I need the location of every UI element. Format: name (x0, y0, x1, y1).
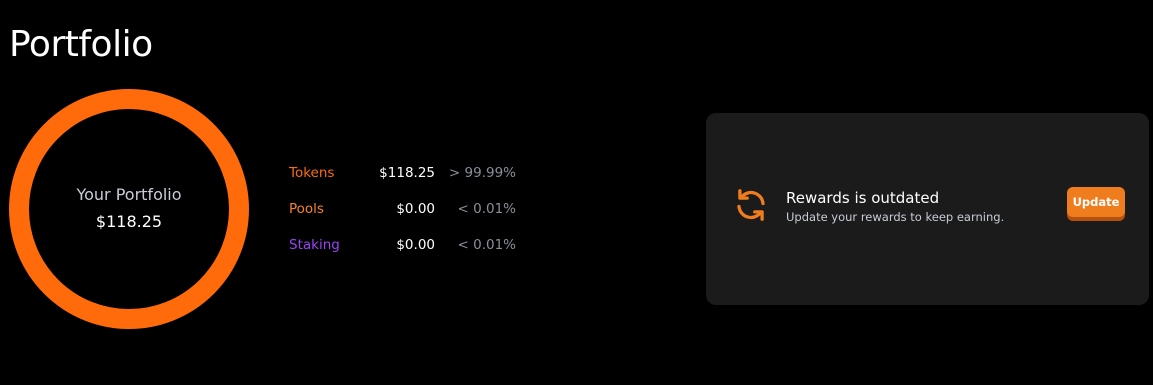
refresh-icon (733, 187, 769, 223)
breakdown-percent: < 0.01% (457, 237, 517, 253)
page-title: Portfolio (9, 24, 153, 65)
breakdown-percent: > 99.99% (448, 165, 516, 181)
portfolio-donut-chart: Your Portfolio $118.25 (9, 89, 249, 329)
portfolio-total: $118.25 (95, 212, 163, 231)
breakdown-name: Staking (289, 237, 340, 253)
update-button[interactable]: Update (1067, 187, 1125, 217)
breakdown-amount: $0.00 (396, 237, 435, 253)
portfolio-breakdown: Tokens $118.25 > 99.99% Pools $0.00 < 0.… (289, 160, 529, 268)
breakdown-row-pools: Pools $0.00 < 0.01% (289, 196, 529, 232)
breakdown-amount: $0.00 (396, 201, 435, 217)
breakdown-percent: < 0.01% (457, 201, 517, 217)
rewards-title: Rewards is outdated (786, 189, 940, 207)
breakdown-row-staking: Staking $0.00 < 0.01% (289, 232, 529, 268)
rewards-subtitle: Update your rewards to keep earning. (786, 210, 1005, 224)
breakdown-name: Tokens (289, 165, 335, 181)
rewards-card: Rewards is outdated Update your rewards … (706, 113, 1149, 305)
breakdown-amount: $118.25 (379, 165, 435, 181)
portfolio-label: Your Portfolio (76, 185, 182, 204)
donut-center: Your Portfolio $118.25 (9, 89, 249, 329)
breakdown-name: Pools (289, 201, 324, 217)
breakdown-row-tokens: Tokens $118.25 > 99.99% (289, 160, 529, 196)
